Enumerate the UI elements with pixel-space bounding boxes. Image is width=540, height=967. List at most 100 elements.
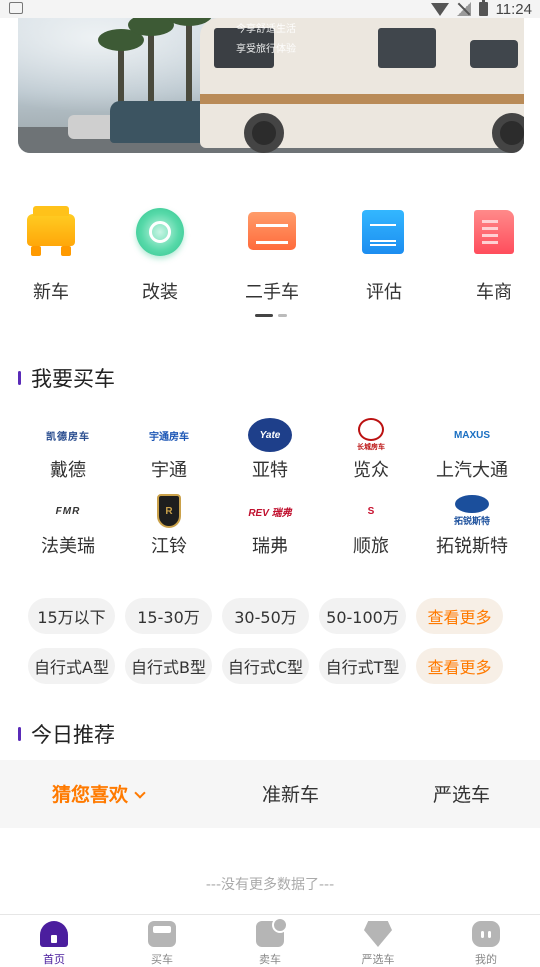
- lanzhong-logo-ring: [358, 418, 384, 441]
- battery-icon: [478, 0, 488, 16]
- brand-tuorui[interactable]: 拓锐斯特 拓锐斯特: [422, 494, 522, 558]
- type-filter-chip[interactable]: 自行式B型: [125, 648, 212, 684]
- quick-nav-label: 车商: [476, 282, 512, 303]
- brand-yutong[interactable]: 宇通房车 宇通: [119, 418, 219, 482]
- type-filter-chip[interactable]: 自行式T型: [319, 648, 406, 684]
- evaluate-document-icon: [356, 204, 412, 260]
- quick-nav-modify[interactable]: 改装: [110, 200, 210, 304]
- brand-name: 亚特: [252, 460, 288, 481]
- brand-name: 法美瑞: [41, 536, 95, 557]
- modify-wheel-icon: [132, 204, 188, 260]
- lanzhong-logo-icon: 长城房车: [321, 418, 421, 452]
- brand-name: 上汽大通: [436, 460, 508, 481]
- promo-banner[interactable]: 今享舒适生活 享受旅行体验: [18, 18, 524, 153]
- nav-label: 首页: [43, 953, 65, 966]
- brand-daide[interactable]: 凯德房车 戴德: [18, 418, 118, 482]
- brand-name: 顺旅: [353, 536, 389, 557]
- brand-name: 宇通: [151, 460, 187, 481]
- brand-yate[interactable]: Yate 亚特: [220, 418, 320, 482]
- jiangling-logo-text: R: [157, 494, 181, 528]
- tab-guess-you-like[interactable]: 猜您喜欢: [52, 780, 146, 807]
- nav-selected-cars[interactable]: 严选车: [324, 915, 432, 967]
- title-accent-bar: [18, 727, 21, 741]
- recommend-section-title: 今日推荐: [18, 719, 115, 749]
- banner-caption-line2: 享受旅行体验: [236, 44, 296, 55]
- brand-lanzhong[interactable]: 长城房车 览众: [321, 418, 421, 482]
- daide-logo-icon: 凯德房车: [46, 431, 90, 443]
- tab-selected-cars[interactable]: 严选车: [433, 780, 490, 807]
- status-clock: 11:24: [495, 0, 532, 18]
- brand-maxus[interactable]: MAXUS 上汽大通: [422, 418, 522, 482]
- buy-section-title-text: 我要买车: [31, 367, 115, 391]
- notification-app-icon: [9, 2, 23, 14]
- brand-name: 瑞弗: [252, 536, 288, 557]
- type-more-button[interactable]: 查看更多: [416, 648, 503, 684]
- fmr-logo-icon: FMR: [55, 505, 81, 517]
- shunlv-logo-icon: S: [367, 505, 375, 517]
- quick-nav-label: 新车: [33, 282, 69, 303]
- nav-buy-car[interactable]: 买车: [108, 915, 216, 967]
- price-filter-chip[interactable]: 15万以下: [28, 598, 115, 634]
- quick-nav-dealer[interactable]: 车商: [444, 200, 540, 304]
- brand-ruifu[interactable]: REV 瑞弗 瑞弗: [220, 494, 320, 558]
- diamond-icon: [364, 921, 392, 947]
- price-filter-chip[interactable]: 50-100万: [319, 598, 406, 634]
- brand-shunlv[interactable]: S 顺旅: [321, 494, 421, 558]
- brand-name: 览众: [353, 460, 389, 481]
- nav-label: 我的: [475, 953, 497, 966]
- yate-logo-text: Yate: [248, 418, 292, 452]
- bottom-nav: 首页 买车 卖车 严选车 我的: [0, 914, 540, 967]
- brand-name: 江铃: [151, 536, 187, 557]
- yutong-logo-icon: 宇通房车: [149, 431, 189, 443]
- banner-caption: 今享舒适生活 享受旅行体验: [236, 20, 296, 60]
- brand-name: 拓锐斯特: [436, 536, 508, 557]
- price-more-button[interactable]: 查看更多: [416, 598, 503, 634]
- status-bar: 11:24: [0, 0, 540, 18]
- price-filter-chip[interactable]: 30-50万: [222, 598, 309, 634]
- nav-home[interactable]: 首页: [0, 915, 108, 967]
- quick-nav-label: 评估: [366, 282, 402, 303]
- chevron-down-icon: [134, 787, 146, 799]
- type-filter-chip[interactable]: 自行式C型: [222, 648, 309, 684]
- no-more-data-text: ---没有更多数据了---: [205, 877, 335, 893]
- quick-nav-label: 二手车: [245, 282, 299, 303]
- tuorui-logo-oval: [455, 495, 489, 513]
- type-filter-chip[interactable]: 自行式A型: [28, 648, 115, 684]
- quick-nav-new-car[interactable]: 新车: [1, 200, 101, 304]
- no-signal-icon: [456, 2, 471, 16]
- brand-fmr[interactable]: FMR 法美瑞: [18, 494, 118, 558]
- tuorui-logo-icon: 拓锐斯特: [422, 494, 522, 528]
- banner-caption-line1: 今享舒适生活: [236, 24, 296, 35]
- buy-section-title: 我要买车: [18, 363, 115, 393]
- quick-nav-used-car[interactable]: 二手车: [222, 200, 322, 304]
- yate-logo-icon: Yate: [220, 418, 320, 452]
- sell-car-icon: [256, 917, 288, 947]
- quick-nav-evaluate[interactable]: 评估: [334, 200, 434, 304]
- nav-sell-car[interactable]: 卖车: [216, 915, 324, 967]
- pager-dot: [278, 314, 287, 317]
- nav-label: 严选车: [361, 953, 395, 966]
- wifi-icon: [430, 2, 449, 16]
- tuorui-logo-text: 拓锐斯特: [453, 516, 490, 526]
- nav-label: 买车: [151, 953, 173, 966]
- price-filter-chip[interactable]: 15-30万: [125, 598, 212, 634]
- quick-nav-pager: [255, 314, 287, 317]
- nav-profile[interactable]: 我的: [432, 915, 540, 967]
- tab-nearly-new[interactable]: 准新车: [262, 780, 319, 807]
- new-car-icon: [23, 204, 79, 260]
- ruifu-logo-icon: REV 瑞弗: [248, 507, 292, 519]
- profile-face-icon: [472, 921, 500, 947]
- tab-label: 猜您喜欢: [52, 784, 129, 806]
- quick-nav: 新车 改装 二手车 评估 车商: [0, 200, 540, 310]
- brand-jiangling[interactable]: R 江铃: [119, 494, 219, 558]
- quick-nav-label: 改装: [142, 282, 178, 303]
- lanzhong-logo-text: 长城房车: [357, 444, 385, 451]
- car-icon: [148, 921, 176, 947]
- recommend-tabs: 猜您喜欢 准新车 严选车: [0, 760, 540, 828]
- jiangling-logo-icon: R: [119, 494, 219, 528]
- price-filter-row: 15万以下 15-30万 30-50万 50-100万 查看更多: [28, 598, 503, 634]
- recommend-section-title-text: 今日推荐: [31, 723, 115, 747]
- type-filter-row: 自行式A型 自行式B型 自行式C型 自行式T型 查看更多: [28, 648, 503, 684]
- brand-name: 戴德: [50, 460, 86, 481]
- dealer-building-icon: [466, 204, 522, 260]
